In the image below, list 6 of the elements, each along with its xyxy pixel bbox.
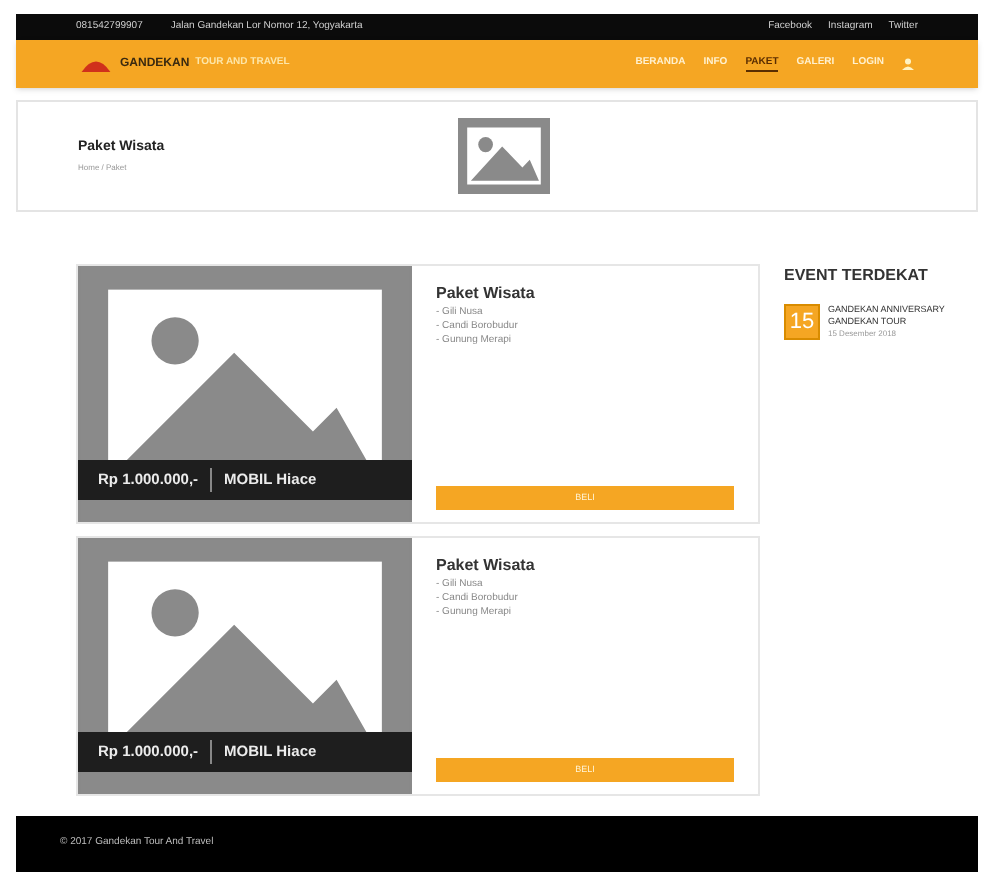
package-title: Paket Wisata [436, 282, 537, 306]
package-title: Paket Wisata [436, 554, 537, 578]
image-placeholder-icon [458, 118, 550, 194]
user-icon[interactable] [902, 58, 914, 70]
sidebar-title: EVENT TERDEKAT [784, 264, 930, 288]
event-date-badge: 15 [784, 304, 820, 340]
